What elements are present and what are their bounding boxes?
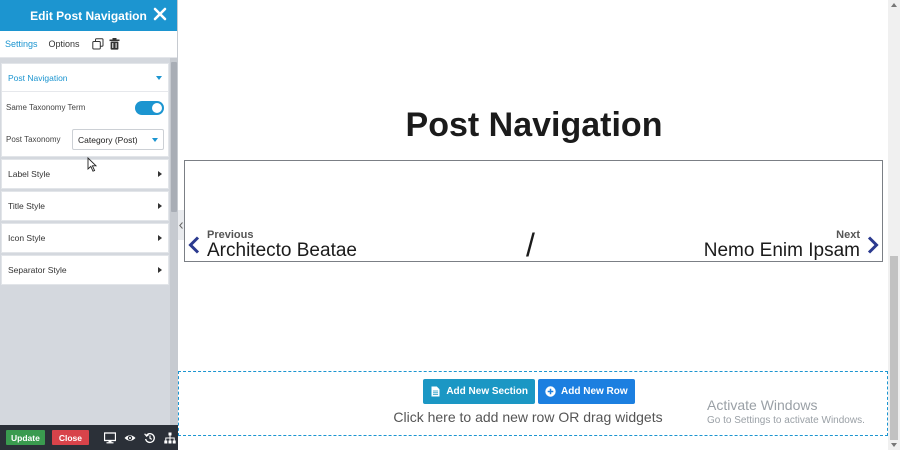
panel-header: Edit Post Navigation xyxy=(0,0,177,31)
previous-title: Architecto Beatae xyxy=(207,240,357,261)
page-heading: Post Navigation xyxy=(405,106,663,144)
history-icon[interactable] xyxy=(143,431,157,445)
add-new-row-button[interactable]: Add New Row xyxy=(538,379,635,404)
post-taxonomy-row: Post Taxonomy Category (Post) xyxy=(2,123,168,156)
same-taxonomy-label: Same Taxonomy Term xyxy=(6,103,86,112)
app-root: Edit Post Navigation Settings Options Po xyxy=(0,0,900,450)
chevron-left-icon xyxy=(188,236,200,254)
panel-scrollbar-thumb[interactable] xyxy=(171,62,177,212)
next-title: Nemo Enim Ipsam xyxy=(703,240,860,261)
close-panel-button[interactable] xyxy=(153,5,169,23)
plus-circle-icon xyxy=(545,386,556,397)
section-title: Post Navigation xyxy=(8,72,68,83)
next-post-text: Next Nemo Enim Ipsam xyxy=(704,229,860,261)
previous-post-text: Previous Architecto Beatae xyxy=(207,229,357,261)
close-icon xyxy=(153,7,167,21)
scroll-down-arrow-icon[interactable] xyxy=(891,443,897,447)
same-taxonomy-row: Same Taxonomy Term xyxy=(2,92,168,123)
scroll-up-arrow-icon[interactable] xyxy=(891,3,897,7)
section-header-separator-style[interactable]: Separator Style xyxy=(2,256,168,284)
trash-icon[interactable] xyxy=(108,37,122,51)
section-title: Icon Style xyxy=(8,233,46,243)
panel-scroll-area: Post Navigation Same Taxonomy Term Post … xyxy=(0,58,178,425)
panel-footer: Update Close xyxy=(0,425,178,450)
caret-right-icon xyxy=(158,171,162,177)
previous-post-link[interactable]: Previous Architecto Beatae xyxy=(187,229,357,261)
nav-separator: / xyxy=(526,227,535,263)
page-canvas: Post Navigation Previous Architecto Beat… xyxy=(178,0,888,450)
page-scrollbar-thumb[interactable] xyxy=(890,256,898,440)
caret-right-icon xyxy=(158,267,162,273)
section-title: Label Style xyxy=(8,169,51,179)
mouse-cursor-icon xyxy=(87,157,98,172)
tab-settings[interactable]: Settings xyxy=(5,39,38,49)
caret-right-icon xyxy=(158,203,162,209)
add-new-row-label: Add New Row xyxy=(561,386,628,397)
watermark-subtitle: Go to Settings to activate Windows. xyxy=(707,415,865,426)
post-taxonomy-select[interactable]: Category (Post) xyxy=(72,129,164,150)
editor-panel: Edit Post Navigation Settings Options Po xyxy=(0,0,178,450)
panel-tabs: Settings Options xyxy=(0,31,177,58)
toggle-knob xyxy=(152,102,162,113)
watermark-title: Activate Windows xyxy=(707,397,818,413)
navigator-icon[interactable] xyxy=(163,431,177,445)
close-button[interactable]: Close xyxy=(51,430,89,445)
section-header-icon-style[interactable]: Icon Style xyxy=(2,224,168,252)
section-title: Title Style xyxy=(8,201,46,211)
caret-down-icon xyxy=(156,75,162,80)
post-taxonomy-value: Category (Post) xyxy=(78,134,138,145)
section-icon-style[interactable]: Icon Style xyxy=(1,223,169,253)
document-icon xyxy=(431,386,440,397)
section-title: Separator Style xyxy=(8,265,67,275)
add-new-section-label: Add New Section xyxy=(446,386,528,397)
update-button[interactable]: Update xyxy=(6,430,45,445)
eye-icon[interactable] xyxy=(123,431,137,445)
chevron-left-icon xyxy=(179,221,183,229)
section-title-style[interactable]: Title Style xyxy=(1,191,169,221)
post-navigation-widget[interactable]: Previous Architecto Beatae / Next Nemo E… xyxy=(184,160,883,262)
section-post-navigation: Post Navigation Same Taxonomy Term Post … xyxy=(1,63,169,157)
section-header-label-style[interactable]: Label Style xyxy=(2,160,168,188)
windows-activation-watermark: Activate Windows Go to Settings to activ… xyxy=(707,397,865,426)
panel-title: Edit Post Navigation xyxy=(30,8,147,23)
same-taxonomy-toggle[interactable] xyxy=(135,100,164,115)
caret-right-icon xyxy=(158,235,162,241)
chevron-down-icon xyxy=(152,137,158,142)
panel-scrollbar[interactable] xyxy=(170,58,178,425)
post-taxonomy-label: Post Taxonomy xyxy=(6,135,61,144)
section-header-title-style[interactable]: Title Style xyxy=(2,192,168,220)
page-scrollbar[interactable] xyxy=(888,0,900,450)
section-header-post-navigation[interactable]: Post Navigation xyxy=(2,64,168,92)
section-label-style[interactable]: Label Style xyxy=(1,159,169,189)
add-new-section-button[interactable]: Add New Section xyxy=(423,379,535,404)
next-post-link[interactable]: Next Nemo Enim Ipsam xyxy=(704,229,880,261)
duplicate-icon[interactable] xyxy=(91,37,105,51)
desktop-icon[interactable] xyxy=(103,431,117,445)
section-separator-style[interactable]: Separator Style xyxy=(1,255,169,285)
chevron-right-icon xyxy=(867,236,879,254)
tab-options[interactable]: Options xyxy=(49,39,80,49)
